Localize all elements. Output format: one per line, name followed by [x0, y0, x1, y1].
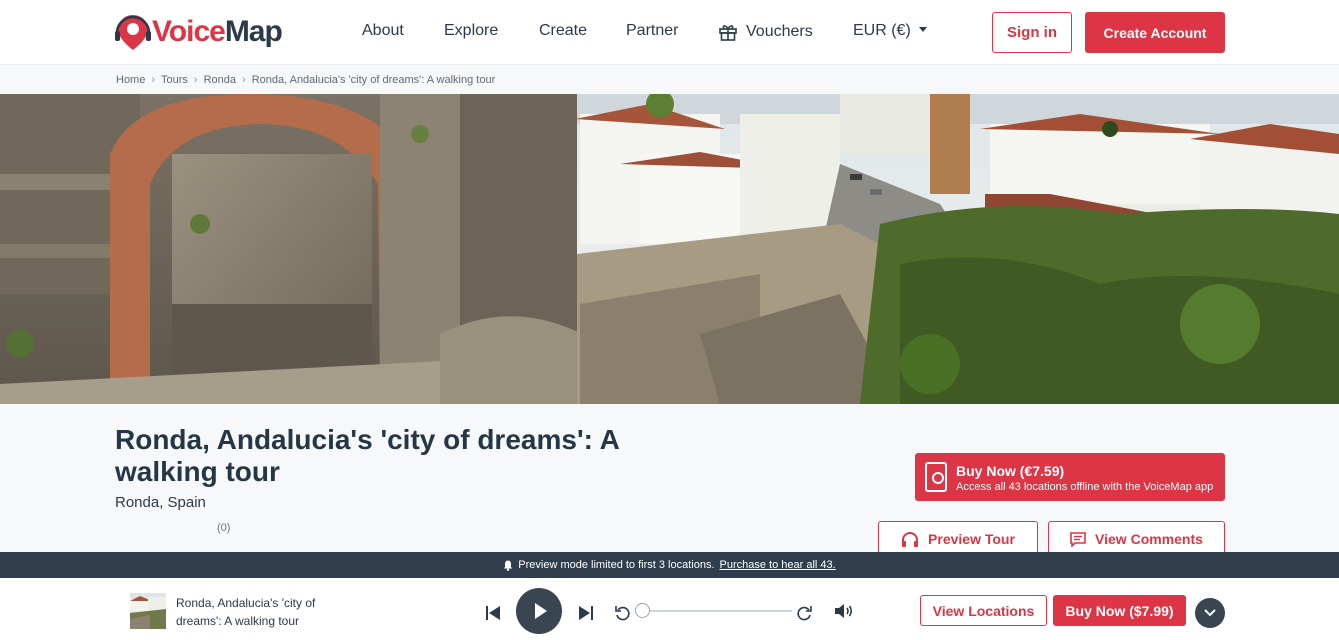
voicemap-logo[interactable]: VoiceMap [115, 13, 283, 51]
forward-icon[interactable] [797, 605, 812, 621]
tour-title: Ronda, Andalucia's 'city of dreams': A w… [115, 424, 619, 487]
caret-down-icon [918, 26, 927, 32]
currency-label: EUR (€) [853, 22, 911, 39]
gift-icon [719, 25, 737, 41]
breadcrumb-current: Ronda, Andalucia's 'city of dreams': A w… [251, 74, 496, 86]
breadcrumb: Home › Tours › Ronda › Ronda, Andalucia'… [116, 74, 495, 86]
progress-track[interactable] [642, 610, 792, 612]
volume-icon[interactable] [834, 603, 854, 619]
breadcrumb-separator: › [242, 74, 246, 86]
sign-in-button[interactable]: Sign in [992, 12, 1072, 53]
preview-tour-label: Preview Tour [928, 531, 1015, 547]
phone-icon [925, 462, 947, 492]
purchase-link[interactable]: Purchase to hear all 43. [720, 559, 836, 571]
nav-create[interactable]: Create [539, 22, 587, 40]
nav-vouchers-label: Vouchers [746, 23, 813, 40]
hero-image [0, 94, 1339, 404]
tour-location: Ronda, Spain [115, 494, 206, 511]
headphones-icon [902, 532, 919, 547]
breadcrumb-separator: › [151, 74, 156, 86]
site-header: VoiceMap About Explore Create Partner Vo… [0, 0, 1339, 65]
view-locations-button[interactable]: View Locations [920, 595, 1047, 626]
collapse-player-button[interactable] [1195, 598, 1225, 628]
nav-explore[interactable]: Explore [444, 22, 498, 40]
skip-previous-icon[interactable] [485, 606, 501, 620]
chevron-down-icon [1204, 609, 1216, 617]
logo-wordmark: VoiceMap [152, 15, 283, 48]
player-tour-title: Ronda, Andalucia's 'city of dreams': A w… [176, 596, 316, 628]
nav-partner[interactable]: Partner [626, 22, 678, 40]
breadcrumb-tours[interactable]: Tours [161, 74, 188, 86]
audio-player: Ronda, Andalucia's 'city of dreams': A w… [0, 578, 1339, 640]
create-account-button[interactable]: Create Account [1085, 12, 1225, 53]
buy-now-subtitle: Access all 43 locations offline with the… [956, 481, 1214, 493]
preview-mode-banner: Preview mode limited to first 3 location… [0, 552, 1339, 578]
tour-thumbnail [130, 593, 166, 629]
buy-now-card-button[interactable]: Buy Now (€7.59) Access all 43 locations … [915, 453, 1225, 501]
currency-dropdown[interactable]: EUR (€) [853, 22, 927, 40]
view-comments-label: View Comments [1095, 531, 1203, 547]
player-buy-now-button[interactable]: Buy Now ($7.99) [1053, 595, 1186, 626]
rating-count: (0) [217, 522, 231, 534]
nav-vouchers[interactable]: Vouchers [718, 22, 813, 42]
play-button[interactable] [516, 588, 562, 634]
rewind-icon[interactable] [615, 605, 630, 621]
breadcrumb-city[interactable]: Ronda [204, 74, 236, 86]
progress-knob[interactable] [635, 603, 650, 618]
comment-icon [1070, 532, 1086, 547]
bell-icon [504, 560, 513, 571]
buy-now-price: Buy Now (€7.59) [956, 463, 1065, 479]
pin-headphones-icon [115, 15, 151, 50]
preview-message: Preview mode limited to first 3 location… [518, 559, 715, 571]
breadcrumb-separator: › [193, 74, 198, 86]
skip-next-icon[interactable] [578, 606, 594, 620]
nav-about[interactable]: About [362, 22, 404, 40]
breadcrumb-home[interactable]: Home [116, 74, 145, 86]
